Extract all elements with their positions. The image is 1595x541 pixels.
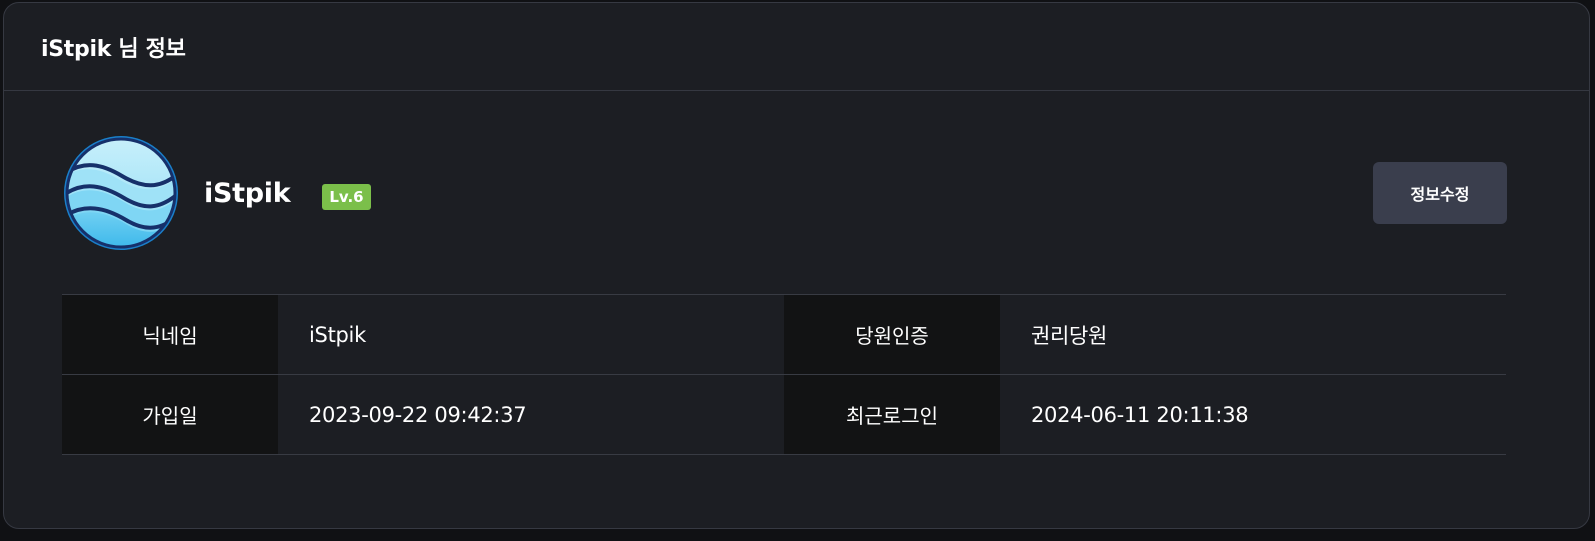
join-date-label: 가입일 [62, 375, 278, 454]
card-header: iStpik 님 정보 [4, 3, 1589, 91]
level-badge: Lv.6 [322, 184, 371, 210]
last-login-value: 2024-06-11 20:11:38 [1031, 402, 1249, 427]
join-date-value: 2023-09-22 09:42:37 [309, 402, 527, 427]
page-title: iStpik 님 정보 [41, 36, 186, 62]
edit-profile-button[interactable]: 정보수정 [1373, 162, 1507, 224]
avatar [62, 134, 180, 252]
nickname-label: 닉네임 [62, 295, 278, 374]
user-info-table: 닉네임 iStpik 당원인증 권리당원 가입일 2023-09-22 09:4… [62, 294, 1506, 455]
nickname-value: iStpik [309, 322, 366, 347]
table-row: 가입일 2023-09-22 09:42:37 최근로그인 2024-06-11… [62, 375, 1506, 455]
wave-avatar-icon [64, 136, 178, 250]
user-info-card: iStpik 님 정보 iStpik Lv.6 정보수정 닉네임 iStpik … [3, 2, 1590, 529]
profile-summary: iStpik Lv.6 정보수정 [62, 134, 1507, 252]
party-verification-value: 권리당원 [1031, 323, 1108, 348]
user-name: iStpik [204, 177, 291, 209]
last-login-label: 최근로그인 [784, 375, 1000, 454]
table-row: 닉네임 iStpik 당원인증 권리당원 [62, 295, 1506, 375]
party-verification-label: 당원인증 [784, 295, 1000, 374]
